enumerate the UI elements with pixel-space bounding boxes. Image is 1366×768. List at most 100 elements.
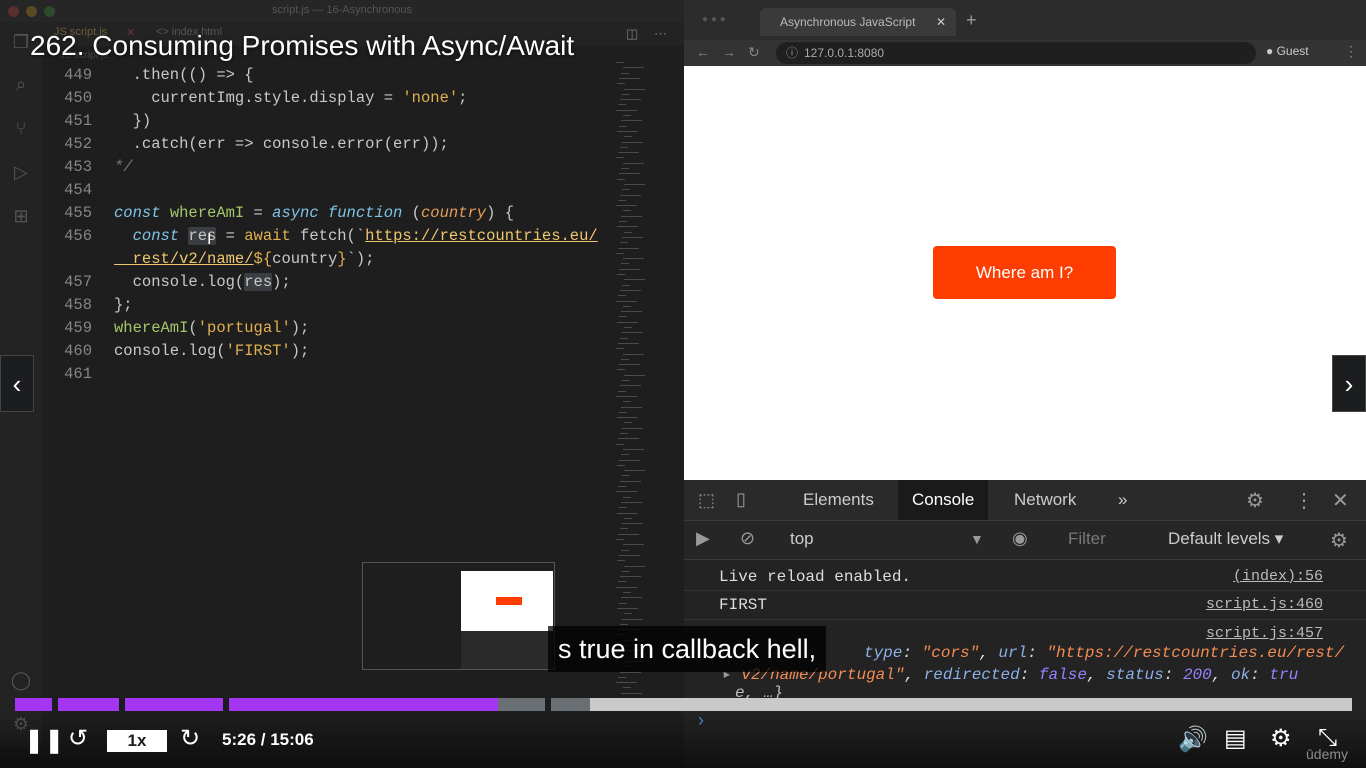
clear-console-icon[interactable]: ⊘ <box>740 528 755 549</box>
context-selector[interactable]: top <box>790 529 814 549</box>
code-line[interactable]: rest/v2/name/${country}`); <box>114 250 375 268</box>
console-settings-icon[interactable]: ⚙ <box>1330 528 1348 553</box>
search-icon[interactable]: ⌕ <box>9 72 33 96</box>
preview-button <box>496 597 522 605</box>
minimap-line <box>620 242 628 244</box>
progress-bar[interactable] <box>15 698 1352 711</box>
console-source-link[interactable]: script.js:457 <box>1206 625 1323 642</box>
device-toolbar-icon[interactable]: ▯ <box>736 489 746 510</box>
close-tab-icon[interactable]: ✕ <box>936 8 946 36</box>
minimap-line <box>617 274 625 275</box>
status-value: 200 <box>1182 666 1212 684</box>
address-bar[interactable]: ⓘ 127.0.0.1:8080 <box>776 42 1256 64</box>
extensions-icon[interactable]: ⊞ <box>9 204 33 228</box>
profile-button[interactable]: ● Guest <box>1266 44 1309 58</box>
split-editor-icon[interactable]: ◫ <box>626 26 638 42</box>
minimap-line <box>616 252 624 254</box>
captions-icon[interactable]: ▤ <box>1224 724 1247 753</box>
minimap-line <box>620 623 628 625</box>
run-debug-icon[interactable]: ▷ <box>9 160 33 184</box>
browser-tab[interactable]: Asynchronous JavaScript ✕ <box>760 8 956 36</box>
live-expression-eye-icon[interactable]: ◉ <box>1012 528 1028 549</box>
minimap-line <box>623 115 631 116</box>
minimap-line <box>617 83 625 85</box>
minimap-line <box>623 67 644 69</box>
code-line[interactable]: .catch(err => console.error(err)); <box>114 135 449 153</box>
more-actions-icon[interactable]: ⋯ <box>654 26 667 42</box>
show-sidebar-icon[interactable]: ▶ <box>696 528 710 549</box>
response-url-key: url <box>998 644 1028 662</box>
where-am-i-button[interactable]: Where am I? <box>933 246 1116 299</box>
minimap-line <box>618 199 626 201</box>
code-line[interactable]: }; <box>114 296 133 314</box>
editor-window-title: script.js — 16-Asynchronous <box>272 4 412 16</box>
minimap-line <box>620 528 628 530</box>
minimap-line <box>616 586 637 588</box>
close-devtools-icon[interactable]: ✕ <box>1332 488 1349 513</box>
browser-menu-icon[interactable]: ⋮ <box>1344 43 1358 60</box>
code-line[interactable]: console.log(res); <box>114 273 291 291</box>
rewind-icon[interactable]: ↺ <box>68 724 88 753</box>
minimap-line <box>617 417 638 419</box>
code-token: async function <box>272 204 412 222</box>
progress-played <box>15 698 498 711</box>
minimap-line <box>617 512 638 514</box>
console-source-link[interactable]: (index):56 <box>1233 568 1323 585</box>
source-control-icon[interactable]: ⑂ <box>9 116 33 140</box>
minimap-line <box>622 523 643 525</box>
response-object-line1[interactable]: type: "cors", url: "https://restcountrie… <box>864 644 1344 662</box>
forward-icon[interactable]: ↻ <box>180 724 200 753</box>
console-filter-input[interactable]: Filter <box>1068 529 1106 549</box>
minimap-line <box>624 374 645 376</box>
inspect-element-icon[interactable]: ⬚ <box>698 490 715 511</box>
minimap-line <box>622 284 630 286</box>
minimap-line <box>621 406 642 408</box>
back-icon[interactable]: ← <box>696 44 710 60</box>
minimap-line <box>621 72 629 74</box>
window-controls[interactable]: ● ● ● <box>702 14 726 25</box>
minimap-line <box>619 221 627 222</box>
settings-icon[interactable]: ⚙ <box>1270 724 1292 753</box>
forward-icon[interactable]: → <box>722 44 736 60</box>
tab-network[interactable]: Network <box>1000 480 1090 520</box>
code-line[interactable]: currentImg.style.display = 'none'; <box>114 89 467 107</box>
minimap-line <box>619 602 627 604</box>
line-number: 458 <box>64 296 92 314</box>
minimap-line <box>621 597 642 599</box>
context-dropdown-icon[interactable]: ▼ <box>970 531 984 547</box>
log-levels-dropdown[interactable]: Default levels ▾ <box>1168 529 1283 549</box>
code-line[interactable]: const whereAmI = async function (country… <box>114 204 514 222</box>
tab-elements[interactable]: Elements <box>789 480 888 520</box>
code-line[interactable]: console.log('FIRST'); <box>114 342 309 360</box>
previous-lecture-arrow-icon[interactable]: ‹ <box>0 355 34 412</box>
minimap-line <box>621 215 642 217</box>
pause-icon[interactable]: ❚❚ <box>24 726 64 755</box>
reload-icon[interactable]: ↻ <box>748 44 760 61</box>
tab-console[interactable]: Console <box>898 480 989 520</box>
code-token: const <box>114 227 189 245</box>
new-tab-icon[interactable]: + <box>966 10 977 31</box>
code-token: console.log( <box>114 273 245 291</box>
code-line[interactable]: whereAmI('portugal'); <box>114 319 309 337</box>
more-tabs-icon[interactable]: » <box>1104 480 1141 520</box>
code-line[interactable]: .then(() => { <box>114 66 254 84</box>
udemy-logo: ūdemy <box>1306 746 1349 762</box>
code-token: 'portugal' <box>197 319 291 337</box>
minimap-line <box>622 236 643 238</box>
devtools-menu-icon[interactable]: ⋮ <box>1294 488 1314 513</box>
next-lecture-arrow-icon[interactable]: › <box>1332 355 1366 412</box>
minimap-line <box>616 109 637 111</box>
console-source-link[interactable]: script.js:460 <box>1206 596 1323 613</box>
code-line[interactable]: const res = await fetch(`https://restcou… <box>114 227 598 245</box>
devtools-settings-icon[interactable]: ⚙ <box>1246 488 1264 513</box>
code-line[interactable]: */ <box>114 158 133 176</box>
volume-icon[interactable]: 🔊 <box>1178 725 1208 754</box>
account-icon[interactable]: ◯ <box>9 668 33 692</box>
chapter-marker <box>545 698 551 711</box>
minimap-line <box>623 496 631 498</box>
minimap-line <box>619 459 640 461</box>
minimap[interactable] <box>616 62 658 712</box>
minimap-line <box>619 411 627 413</box>
playback-speed-button[interactable]: 1x <box>107 730 167 752</box>
code-line[interactable]: }) <box>114 112 152 130</box>
